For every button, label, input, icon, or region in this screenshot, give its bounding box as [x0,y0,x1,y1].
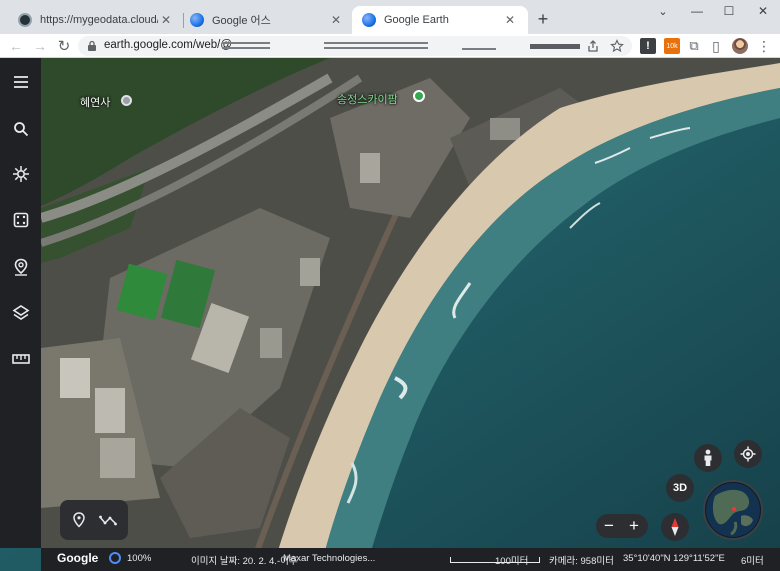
loading-progress-icon [109,552,121,564]
google-logo: Google [57,551,99,565]
earth-status-bar: Google 100% 이미지 날짜: 20. 2. 4.-이후 Maxar T… [41,548,780,571]
draw-path-icon[interactable] [98,510,118,530]
share-icon[interactable] [586,39,600,53]
measure-ruler-icon[interactable] [8,346,34,372]
satellite-imagery[interactable] [0,58,780,571]
feeling-lucky-dice-icon[interactable] [8,207,34,233]
close-tab-icon[interactable]: ✕ [502,12,518,28]
new-tab-button[interactable]: + [532,9,554,31]
tab-search-chevron-icon[interactable]: ⌄ [646,0,680,22]
earth-viewport[interactable]: 혜연사 송정스카이팜 3D − + Google 100% 이미지 날짜: 20… [0,58,780,571]
redacted-url-segment [222,47,270,49]
extension-dark-icon[interactable]: ! [640,38,656,54]
scale-label: 100미터 [495,556,529,567]
tab-google-earth[interactable]: Google Earth ✕ [352,6,528,34]
address-bar[interactable]: earth.google.com/web/@ [78,36,632,56]
street-view-pegman-icon[interactable] [694,444,722,472]
globe-overview-icon[interactable] [703,480,763,540]
zoom-controls: − + [596,514,648,538]
side-panel-icon[interactable]: ▯ [708,38,724,54]
puzzle-icon[interactable]: ⧉ [686,38,702,54]
imagery-date[interactable]: 이미지 날짜: 20. 2. 4.-이후 [191,553,298,567]
menu-icon[interactable] [8,69,34,95]
tab-title: Google Earth [384,14,449,26]
zoom-percent: 100% [127,553,152,564]
redacted-url-segment [530,44,580,49]
tab-title: Google 어스 [212,15,271,27]
voyager-icon[interactable] [8,161,34,187]
camera-altitude: 카메라: 958미터 [549,556,614,567]
zoom-out-button[interactable]: − [597,514,621,538]
forward-arrow-icon[interactable]: → [30,36,50,56]
my-location-icon[interactable] [734,440,762,468]
drawing-tools-panel [60,500,128,540]
tab-title: https://mygeodata.cloud/result [40,14,158,26]
zoom-in-button[interactable]: + [622,514,646,538]
ground-altitude: 6미터 [741,556,764,567]
coordinates: 35°10'40"N 129°11'52"E [623,553,725,564]
url-text: earth.google.com/web/@ [104,39,233,51]
map-style-layers-icon[interactable] [8,300,34,326]
compass-icon[interactable] [661,513,689,541]
browser-tab-strip: https://mygeodata.cloud/result ✕ Google … [0,0,780,34]
back-arrow-icon[interactable]: ← [6,36,26,56]
lock-icon [88,40,96,51]
reload-icon[interactable]: ↻ [54,36,74,56]
add-placemark-icon[interactable] [69,510,89,530]
projects-pin-icon[interactable] [8,254,34,280]
poi-skypark-pin-icon[interactable] [413,90,425,102]
poi-skypark-label[interactable]: 송정스카이팜 [337,91,398,107]
more-menu-icon[interactable]: ⋮ [756,38,772,54]
close-window-button[interactable]: ✕ [746,0,780,22]
close-tab-icon[interactable]: ✕ [328,12,344,28]
attribution[interactable]: Maxar Technologies... [283,553,375,564]
poi-temple-label[interactable]: 혜연사 [80,94,110,110]
earth-favicon-icon [362,13,376,27]
mygeodata-favicon-icon [18,13,32,27]
bookmark-star-icon[interactable] [610,39,624,53]
earth-left-toolbar [0,58,41,548]
minimize-button[interactable]: — [680,0,714,22]
search-icon[interactable] [8,116,34,142]
view-mode-3d-button[interactable]: 3D [666,474,694,502]
browser-toolbar: ← → ↻ earth.google.com/web/@ ! 10k ⧉ ▯ ⋮ [0,34,780,58]
maximize-button[interactable]: ☐ [712,0,746,22]
profile-avatar[interactable] [732,38,748,54]
earth-favicon-icon [190,13,204,27]
poi-temple-pin-icon[interactable] [121,95,132,106]
redacted-url-segment [324,42,428,44]
tab-mygeodata[interactable]: https://mygeodata.cloud/result ✕ [8,6,184,34]
redacted-url-segment [462,48,496,50]
tab-google-earth-ko[interactable]: Google 어스 ✕ [180,6,354,34]
close-tab-icon[interactable]: ✕ [158,12,174,28]
redacted-url-segment [222,42,270,44]
extension-orange-icon[interactable]: 10k [664,38,680,54]
redacted-url-segment [324,47,428,49]
